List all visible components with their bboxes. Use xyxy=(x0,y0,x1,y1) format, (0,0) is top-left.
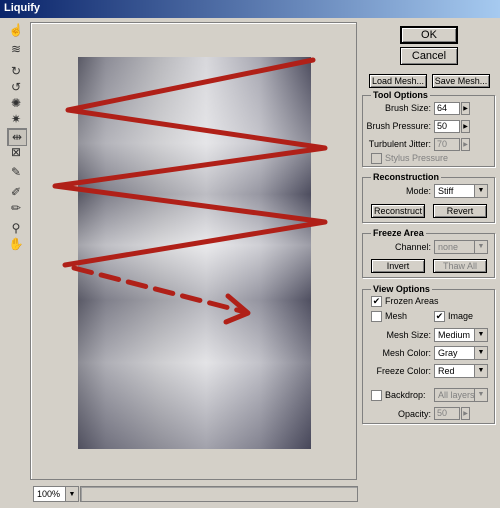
thaw-all-button: Thaw All xyxy=(433,259,487,273)
load-mesh-button[interactable]: Load Mesh... xyxy=(369,74,427,88)
save-mesh-button[interactable]: Save Mesh... xyxy=(432,74,490,88)
ok-button[interactable]: OK xyxy=(400,26,458,44)
turbulent-jitter-spinner-icon: ▶ xyxy=(461,138,470,151)
mesh-color-select[interactable]: Gray ▼ xyxy=(434,346,488,360)
zigzag-annotation xyxy=(52,57,328,268)
stylus-pressure-label: Stylus Pressure xyxy=(385,153,449,163)
zoom-value: 100% xyxy=(37,489,61,499)
mesh-size-label: Mesh Size: xyxy=(386,330,431,340)
invert-button[interactable]: Invert xyxy=(371,259,425,273)
mode-value: Stiff xyxy=(438,186,454,196)
tool-options-group: Tool Options Brush Size: 64 ▶ Brush Pres… xyxy=(362,90,495,167)
status-bar xyxy=(80,486,358,502)
cancel-button[interactable]: Cancel xyxy=(400,47,458,65)
tool-options-title: Tool Options xyxy=(371,90,430,100)
backdrop-checkbox[interactable] xyxy=(371,390,382,401)
view-options-title: View Options xyxy=(371,284,432,294)
chevron-down-icon[interactable]: ▼ xyxy=(474,365,487,377)
stylus-pressure-checkbox xyxy=(371,153,382,164)
mode-select[interactable]: Stiff ▼ xyxy=(434,184,488,198)
chevron-down-icon[interactable]: ▼ xyxy=(474,347,487,359)
channel-value: none xyxy=(438,242,459,252)
backdrop-label: Backdrop: xyxy=(385,390,426,400)
chevron-down-icon[interactable]: ▼ xyxy=(474,329,487,341)
chevron-down-icon: ▼ xyxy=(474,241,487,253)
dashed-arrow-annotation xyxy=(71,265,248,315)
backdrop-select: All layers ▼ xyxy=(434,388,488,402)
brush-pressure-field[interactable]: 50 xyxy=(434,120,460,133)
channel-label: Channel: xyxy=(394,242,431,252)
reconstruct-button[interactable]: Reconstruct xyxy=(371,204,425,218)
mesh-checkbox[interactable] xyxy=(371,311,382,322)
turbulent-jitter-label: Turbulent Jitter: xyxy=(368,139,431,149)
view-options-group: View Options ✔ Frozen Areas Mesh ✔ Image… xyxy=(362,284,495,424)
mesh-color-value: Gray xyxy=(438,348,458,358)
opacity-field: 50 xyxy=(434,407,460,420)
opacity-label: Opacity: xyxy=(397,409,431,419)
reconstruction-title: Reconstruction xyxy=(371,172,442,182)
reconstruction-group: Reconstruction Mode: Stiff ▼ Reconstruct… xyxy=(362,172,495,223)
freeze-area-title: Freeze Area xyxy=(371,228,426,238)
mesh-color-label: Mesh Color: xyxy=(382,348,431,358)
zoom-select[interactable]: 100% ▼ xyxy=(33,486,79,502)
image-checkbox[interactable]: ✔ xyxy=(434,311,445,322)
brush-size-label: Brush Size: xyxy=(384,103,431,113)
frozen-areas-label: Frozen Areas xyxy=(385,296,439,306)
channel-select: none ▼ xyxy=(434,240,488,254)
brush-size-field[interactable]: 64 xyxy=(434,102,460,115)
brush-size-spinner-icon[interactable]: ▶ xyxy=(461,102,470,115)
brush-pressure-label: Brush Pressure: xyxy=(366,121,431,131)
mesh-label: Mesh xyxy=(385,311,408,321)
mesh-size-select[interactable]: Medium ▼ xyxy=(434,328,488,342)
revert-button[interactable]: Revert xyxy=(433,204,487,218)
freeze-color-value: Red xyxy=(438,366,455,376)
brush-pressure-spinner-icon[interactable]: ▶ xyxy=(461,120,470,133)
chevron-down-icon[interactable]: ▼ xyxy=(65,487,78,501)
mesh-size-value: Medium xyxy=(438,330,471,340)
turbulent-jitter-field: 70 xyxy=(434,138,460,151)
freeze-color-label: Freeze Color: xyxy=(376,366,431,376)
backdrop-value: All layers xyxy=(438,390,475,400)
frozen-areas-checkbox[interactable]: ✔ xyxy=(371,296,382,307)
image-label: Image xyxy=(448,311,474,321)
opacity-spinner-icon: ▶ xyxy=(461,407,470,420)
chevron-down-icon[interactable]: ▼ xyxy=(474,185,487,197)
mode-label: Mode: xyxy=(405,186,431,196)
freeze-area-group: Freeze Area Channel: none ▼ Invert Thaw … xyxy=(362,228,495,278)
chevron-down-icon: ▼ xyxy=(474,389,487,401)
freeze-color-select[interactable]: Red ▼ xyxy=(434,364,488,378)
